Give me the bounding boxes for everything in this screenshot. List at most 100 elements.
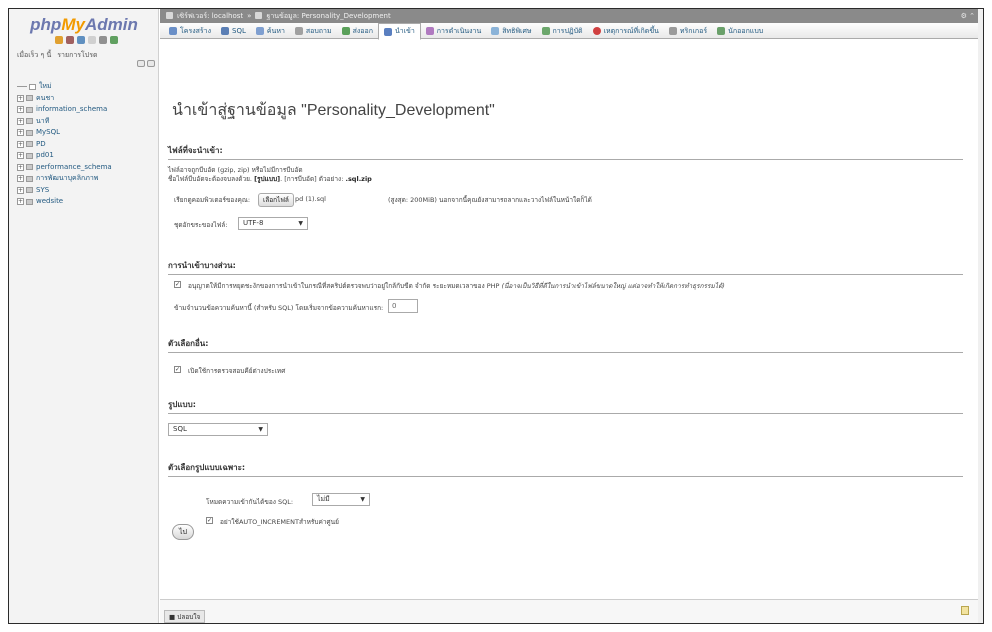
no-auto-value-label: อย่าใช้AUTO_INCREMENTสำหรับค่าศูนย์: [220, 518, 339, 526]
tab-events[interactable]: เหตุการณ์ที่เกิดขึ้น: [588, 23, 664, 39]
tab-import[interactable]: นำเข้า: [377, 23, 421, 40]
console-bar: ■ ปลอบใจ: [160, 599, 983, 623]
import-icon: [383, 27, 392, 36]
browser-frame: phpMyAdmin เมื่อเร็ว ๆ นี้ รายการโปรด ให…: [8, 8, 984, 624]
tab-bar: โครงสร้าง SQL ค้นหา สอบถาม ส่งออก นำเข้า…: [160, 23, 983, 40]
expand-icon[interactable]: +: [17, 175, 24, 183]
browse-label: เรียกดูคอมพิวเตอร์ของคุณ:: [174, 196, 251, 204]
tab-search[interactable]: ค้นหา: [251, 23, 290, 39]
privileges-icon: [491, 27, 500, 35]
tree-item[interactable]: + wedsite: [17, 196, 112, 208]
database-icon: [26, 152, 33, 159]
filename-note: ชื่อไฟล์บีบอัดจะต้องจบลงด้วย. [รูปแบบ]. …: [168, 175, 372, 183]
expand-icon[interactable]: +: [17, 140, 24, 148]
charset-select[interactable]: UTF-8 ▼: [238, 217, 308, 230]
main-content: นำเข้าสู่ฐานข้อมูล "Personality_Developm…: [160, 40, 983, 623]
chosen-file-name: pd (1).sql: [295, 195, 326, 203]
reload-icon[interactable]: [110, 36, 118, 44]
compat-mode-select[interactable]: ไม่มี ▼: [312, 493, 370, 506]
triggers-icon: [668, 27, 677, 35]
home-icon[interactable]: [55, 36, 63, 44]
console-tab[interactable]: ■ ปลอบใจ: [164, 610, 206, 623]
tab-structure[interactable]: โครงสร้าง: [164, 23, 216, 39]
expand-icon[interactable]: +: [17, 94, 24, 102]
format-select[interactable]: SQL ▼: [168, 423, 268, 436]
collapse-all-icon[interactable]: [137, 60, 145, 67]
chevron-down-icon: ▼: [298, 220, 303, 227]
sql-icon: [221, 27, 230, 35]
tree-item-new[interactable]: ใหม่: [17, 81, 112, 93]
tab-operations[interactable]: การดำเนินงาน: [421, 23, 487, 39]
window-controls-icon[interactable]: ⚙ ⌃: [961, 9, 975, 23]
expand-icon[interactable]: +: [17, 129, 24, 137]
tree-line-icon: [17, 86, 27, 88]
tree-item[interactable]: + นาที: [17, 116, 112, 128]
skip-queries-input[interactable]: 0: [388, 299, 418, 313]
database-icon: [26, 175, 33, 182]
page-scrollbar[interactable]: [978, 9, 983, 623]
no-auto-value-checkbox[interactable]: ✓: [206, 517, 213, 524]
recent-link[interactable]: เมื่อเร็ว ๆ นี้: [17, 50, 51, 61]
tab-routines[interactable]: การปฏิบัติ: [537, 23, 588, 39]
tree-item[interactable]: + SYS: [17, 185, 112, 197]
allow-interrupt-checkbox[interactable]: ✓: [174, 281, 181, 288]
designer-icon: [717, 27, 726, 35]
database-icon: [26, 118, 33, 125]
breadcrumb-separator: »: [247, 12, 252, 20]
expand-icon[interactable]: +: [17, 163, 24, 171]
nav-icon-bar: [55, 36, 118, 44]
chevron-down-icon: ▼: [360, 496, 365, 503]
database-icon: [26, 106, 33, 113]
breadcrumb-database[interactable]: ฐานข้อมูล: Personality_Development: [266, 9, 390, 23]
format-heading: รูปแบบ:: [168, 398, 963, 414]
database-icon: [255, 12, 263, 19]
database-icon: [26, 198, 33, 205]
expand-icon[interactable]: +: [17, 198, 24, 206]
tree-item[interactable]: + information_schema: [17, 104, 112, 116]
database-icon: [26, 141, 33, 148]
choose-file-button[interactable]: เลือกไฟล์: [258, 193, 294, 207]
tab-sql[interactable]: SQL: [216, 23, 251, 39]
expand-icon[interactable]: +: [17, 117, 24, 125]
format-options-heading: ตัวเลือกรูปแบบเฉพาะ:: [168, 461, 963, 477]
structure-icon: [169, 27, 177, 35]
tree-item[interactable]: + MySQL: [17, 127, 112, 139]
page-title: นำเข้าสู่ฐานข้อมูล "Personality_Developm…: [172, 102, 495, 119]
events-icon: [592, 27, 601, 35]
go-button[interactable]: ไป: [172, 524, 194, 540]
database-icon: [26, 129, 33, 136]
scroll-to-top-icon[interactable]: [961, 606, 969, 615]
new-db-icon: [29, 83, 36, 90]
tab-privileges[interactable]: สิทธิพิเศษ: [486, 23, 536, 39]
export-icon: [341, 27, 350, 35]
phpmyadmin-logo[interactable]: phpMyAdmin: [21, 15, 147, 35]
docs-icon[interactable]: [88, 36, 96, 44]
tree-item[interactable]: + การพัฒนาบุคลิกภาพ: [17, 173, 112, 185]
collapse-controls: [137, 60, 155, 67]
tree-item[interactable]: + PD: [17, 139, 112, 151]
tab-export[interactable]: ส่งออก: [337, 23, 378, 39]
skip-queries-label: ข้ามจำนวนข้อความค้นหานี้ (สำหรับ SQL) โด…: [174, 304, 384, 312]
operations-icon: [425, 27, 434, 35]
tab-designer[interactable]: นักออกแบบ: [712, 23, 768, 39]
tree-item[interactable]: + pd01: [17, 150, 112, 162]
favorites-link[interactable]: รายการโปรด: [57, 50, 97, 61]
tree-item[interactable]: + คนชา: [17, 93, 112, 105]
database-icon: [26, 95, 33, 102]
query-icon: [294, 27, 303, 35]
link-icon[interactable]: [147, 60, 155, 67]
expand-icon[interactable]: +: [17, 106, 24, 114]
tree-item[interactable]: + performance_schema: [17, 162, 112, 174]
fk-checks-checkbox[interactable]: ✓: [174, 366, 181, 373]
expand-icon[interactable]: +: [17, 152, 24, 160]
fk-checks-label: เปิดใช้การตรวจสอบคีย์ต่างประเทศ: [188, 367, 286, 375]
allow-interrupt-label: อนุญาตให้มีการหยุดชะงักของการนำเข้าในกรณ…: [188, 282, 725, 290]
logout-icon[interactable]: [66, 36, 74, 44]
settings-icon[interactable]: [99, 36, 107, 44]
help-icon[interactable]: [77, 36, 85, 44]
tab-triggers[interactable]: ทริกเกอร์: [664, 23, 712, 39]
breadcrumb-server[interactable]: เซิร์ฟเวอร์: localhost: [177, 9, 243, 23]
tab-query[interactable]: สอบถาม: [290, 23, 337, 39]
file-section-heading: ไฟล์ที่จะนำเข้า:: [168, 144, 963, 160]
expand-icon[interactable]: +: [17, 186, 24, 194]
